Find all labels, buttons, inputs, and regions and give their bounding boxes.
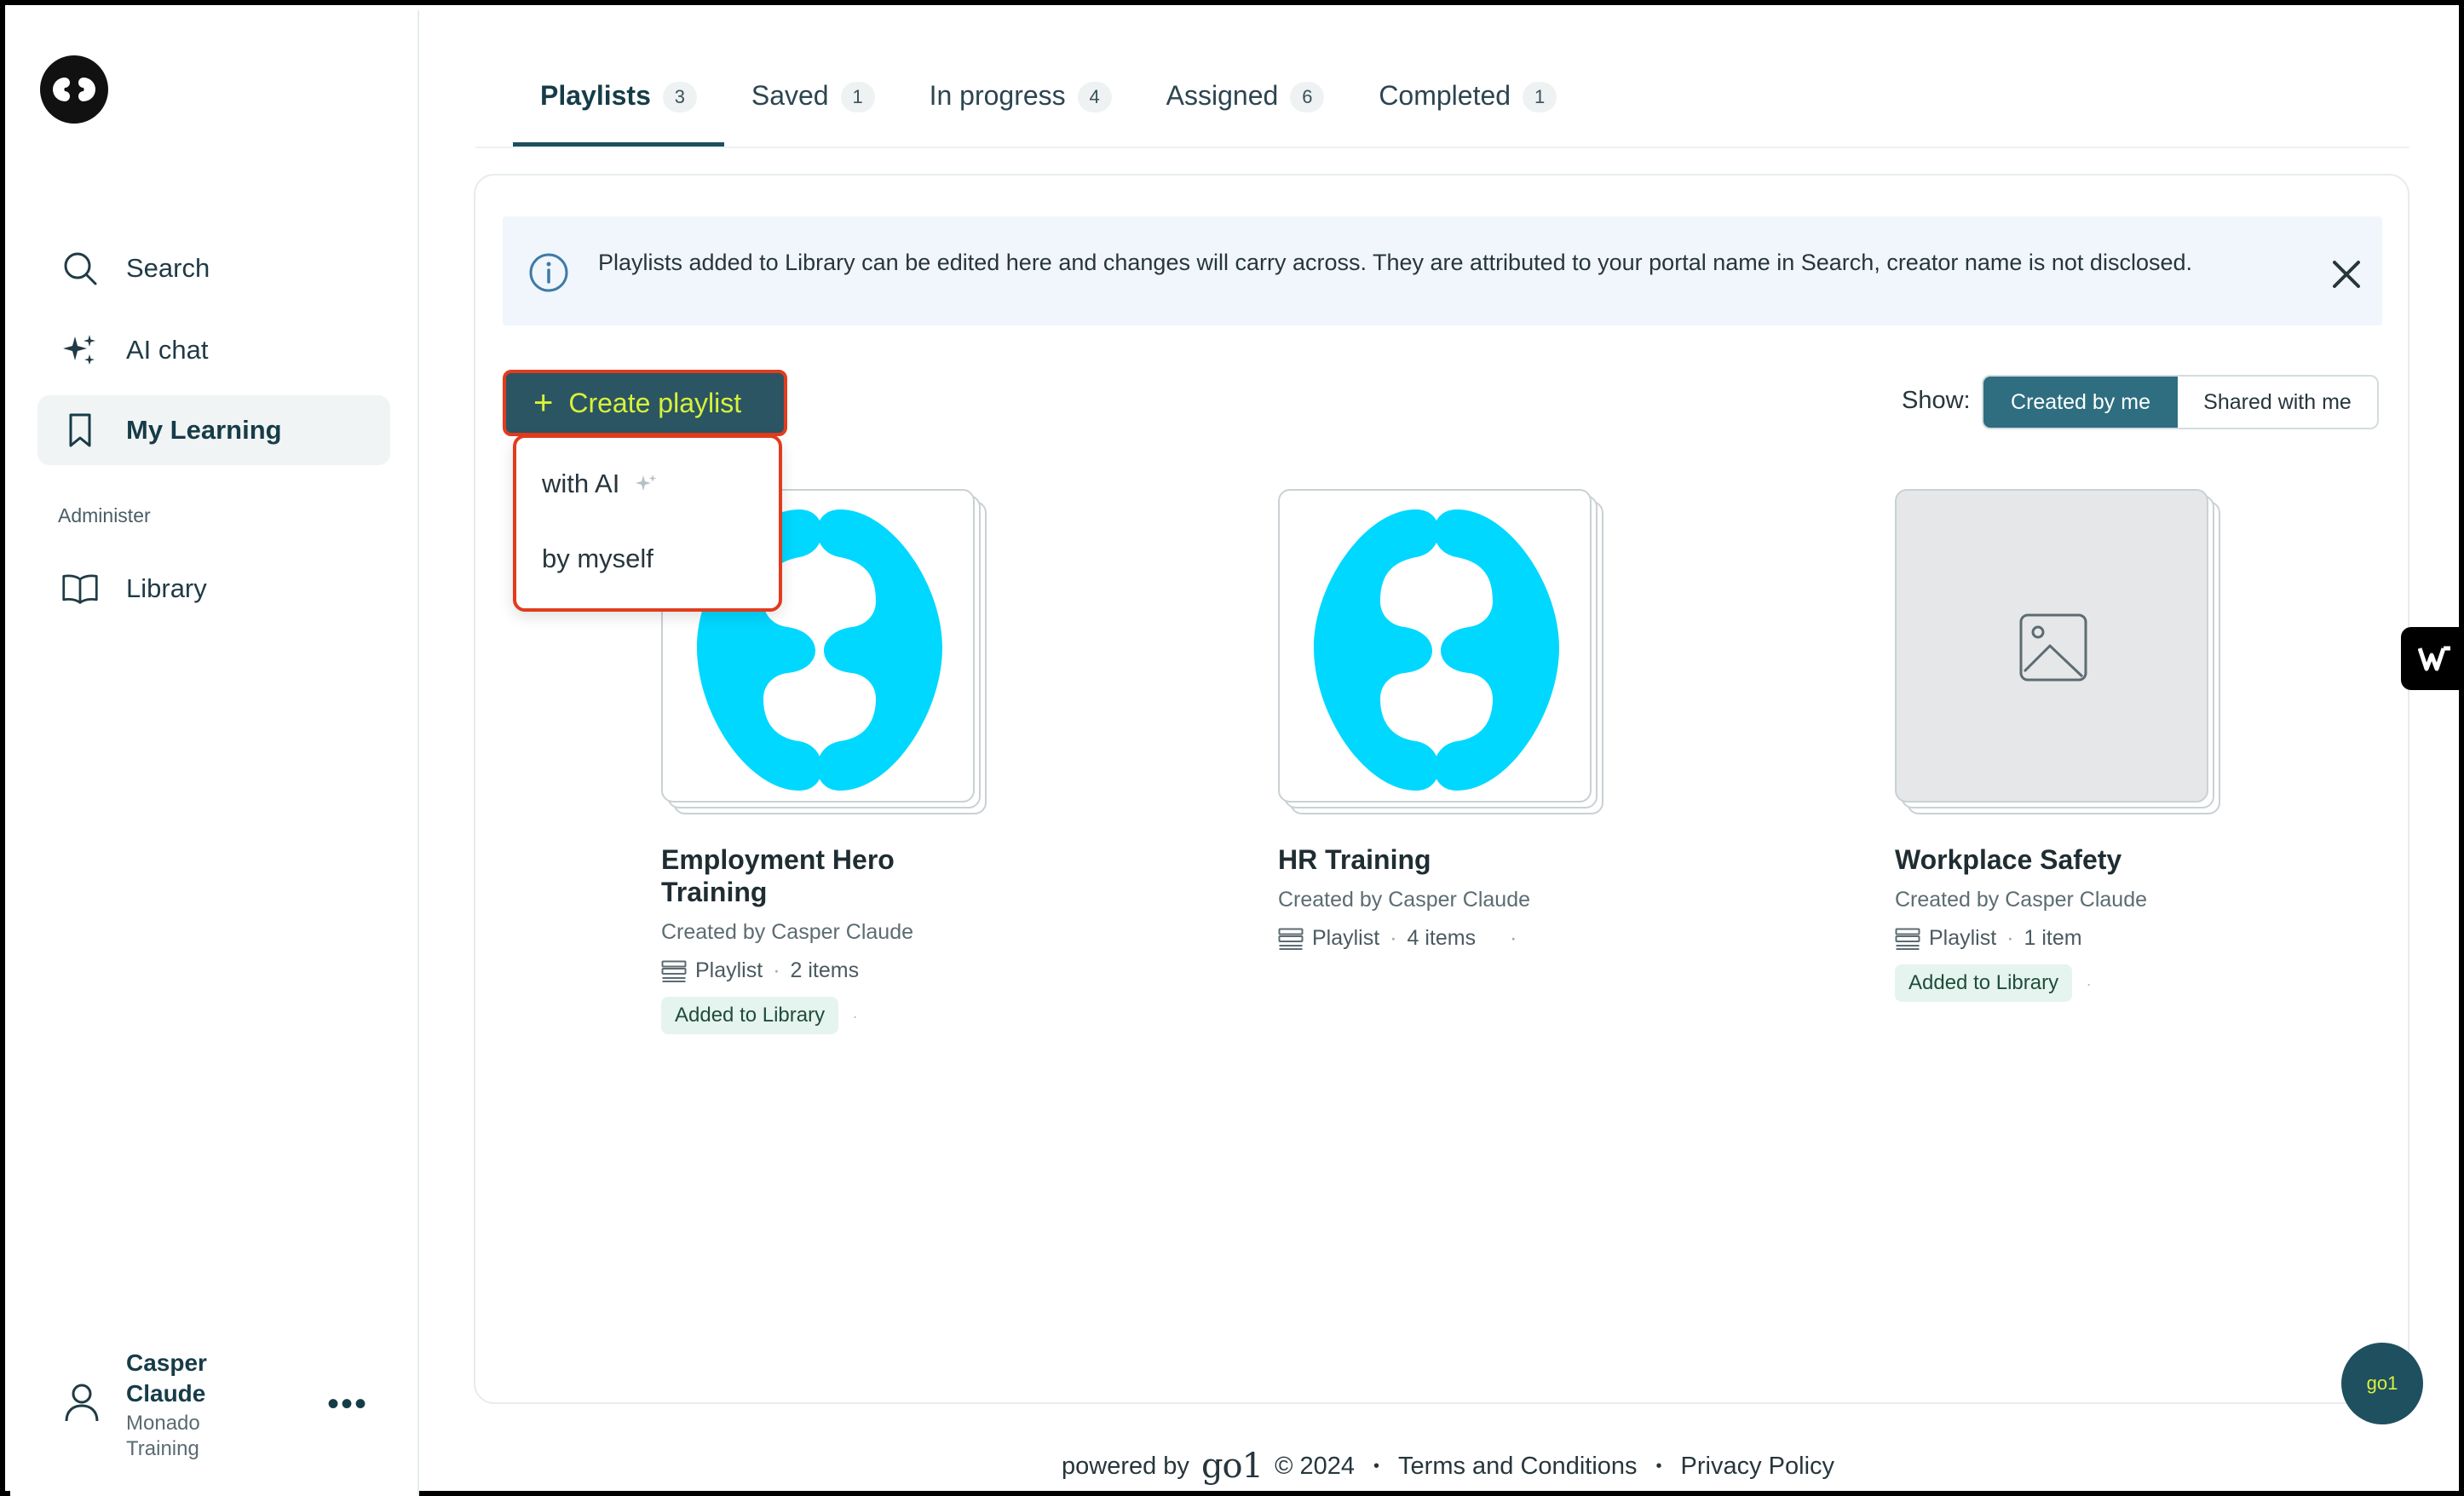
tab-count-badge: 3 bbox=[662, 82, 697, 112]
tab-count-badge: 4 bbox=[1077, 82, 1112, 112]
playlist-item-count: 4 items bbox=[1407, 926, 1477, 950]
logo-icon[interactable] bbox=[37, 53, 111, 126]
tab-saved[interactable]: Saved 1 bbox=[724, 65, 902, 147]
playlist-creator: Created by Casper Claude bbox=[661, 920, 913, 944]
playlist-title[interactable]: Workplace Safety bbox=[1895, 843, 2202, 876]
tabs-divider bbox=[475, 147, 2409, 148]
playlist-list-icon bbox=[1895, 928, 1920, 950]
more-options-icon[interactable]: ••• bbox=[327, 1385, 368, 1424]
playlist-type: Playlist bbox=[1312, 926, 1380, 950]
create-playlist-menu: with AI by myself bbox=[513, 434, 782, 612]
privacy-link[interactable]: Privacy Policy bbox=[1681, 1453, 1835, 1481]
badge-separator: · bbox=[2086, 975, 2092, 993]
tab-count-badge: 1 bbox=[1523, 82, 1557, 112]
playlist-meta: Playlist · 2 items bbox=[661, 958, 1019, 983]
footer: powered by go1 © 2024 • Terms and Condit… bbox=[1062, 1447, 1834, 1486]
playlist-thumbnail bbox=[1895, 489, 2220, 820]
create-playlist-label: Create playlist bbox=[568, 387, 742, 418]
tab-in-progress[interactable]: In progress 4 bbox=[902, 65, 1139, 147]
playlist-item-count: 2 items bbox=[790, 958, 860, 982]
playlist-meta: Playlist · 4 items · bbox=[1278, 926, 1636, 951]
placeholder-thumbnail bbox=[1895, 489, 2208, 803]
playlist-meta: Playlist · 1 item bbox=[1895, 926, 2253, 951]
tab-label: Completed bbox=[1379, 80, 1511, 111]
show-filter-toggle: Created by me Shared with me bbox=[1982, 375, 2379, 429]
playlist-thumbnail bbox=[1278, 489, 1603, 820]
powered-by-text: powered by bbox=[1062, 1452, 1189, 1480]
meta-separator: · bbox=[1510, 926, 1517, 950]
sidebar-item-search[interactable]: Search bbox=[37, 233, 390, 303]
playlist-type: Playlist bbox=[695, 958, 763, 982]
sidebar-item-label: AI chat bbox=[126, 335, 209, 365]
sidebar-item-label: My Learning bbox=[126, 415, 282, 445]
go1-brand-logo: go1 bbox=[1200, 1447, 1264, 1486]
tab-completed[interactable]: Completed 1 bbox=[1351, 65, 1584, 147]
tab-bar: Playlists 3 Saved 1 In progress 4 Assign… bbox=[513, 65, 1584, 147]
tab-count-badge: 1 bbox=[840, 82, 875, 112]
user-org: Monado Training bbox=[126, 1412, 200, 1460]
menu-item-with-ai[interactable]: with AI bbox=[542, 469, 659, 499]
tab-playlists[interactable]: Playlists 3 bbox=[513, 65, 724, 147]
info-banner: Playlists added to Library can be edited… bbox=[503, 216, 2382, 325]
playlists-panel: Playlists added to Library can be edited… bbox=[474, 174, 2409, 1404]
copyright-text: © 2024 bbox=[1275, 1452, 1356, 1480]
playlist-list-icon bbox=[1278, 928, 1304, 950]
playlist-title[interactable]: Employment Hero Training bbox=[661, 843, 968, 908]
meta-separator: · bbox=[773, 958, 780, 982]
plus-icon: + bbox=[533, 384, 554, 422]
playlist-creator: Created by Casper Claude bbox=[1278, 888, 1530, 912]
playlist-list-icon bbox=[661, 960, 687, 982]
meta-separator: · bbox=[1390, 926, 1397, 950]
badge-separator: · bbox=[852, 1008, 858, 1025]
filter-created-by-me[interactable]: Created by me bbox=[1983, 377, 2178, 428]
app-frame: Search AI chat My Learning Administer Li… bbox=[0, 0, 2464, 1496]
info-icon bbox=[528, 252, 569, 293]
tab-label: In progress bbox=[929, 80, 1066, 111]
create-playlist-button[interactable]: + Create playlist bbox=[503, 370, 787, 436]
tab-assigned[interactable]: Assigned 6 bbox=[1139, 65, 1352, 147]
sidebar-item-label: Library bbox=[126, 573, 207, 603]
sidebar-item-my-learning[interactable]: My Learning bbox=[37, 395, 390, 465]
user-name: Casper Claude bbox=[126, 1349, 207, 1407]
playlist-card[interactable]: Workplace Safety Created by Casper Claud… bbox=[1895, 489, 2253, 1002]
show-filter-label: Show: bbox=[1902, 387, 1971, 414]
footer-separator: • bbox=[1373, 1456, 1380, 1476]
user-profile[interactable]: Casper Claude Monado Training ••• bbox=[58, 1348, 399, 1467]
sidebar: Search AI chat My Learning Administer Li… bbox=[10, 10, 419, 1496]
playlist-type: Playlist bbox=[1929, 926, 1997, 950]
info-banner-text: Playlists added to Library can be edited… bbox=[598, 250, 2192, 275]
menu-item-label: with AI bbox=[542, 469, 620, 498]
tab-label: Saved bbox=[751, 80, 829, 111]
close-icon[interactable] bbox=[2331, 259, 2362, 290]
go1-chat-button[interactable]: go1 bbox=[2341, 1343, 2423, 1424]
sidebar-item-label: Search bbox=[126, 253, 210, 283]
terms-link[interactable]: Terms and Conditions bbox=[1398, 1453, 1637, 1481]
widget-tab-w-icon[interactable] bbox=[2401, 627, 2464, 690]
playlist-item-count: 1 item bbox=[2024, 926, 2082, 950]
playlist-title[interactable]: HR Training bbox=[1278, 843, 1585, 876]
tab-label: Assigned bbox=[1166, 80, 1279, 111]
sidebar-item-ai-chat[interactable]: AI chat bbox=[37, 315, 390, 385]
sparkle-icon bbox=[635, 472, 659, 496]
user-icon bbox=[63, 1382, 101, 1424]
added-to-library-badge: Added to Library bbox=[1895, 964, 2073, 1002]
search-icon bbox=[61, 250, 99, 287]
meta-separator: · bbox=[2006, 926, 2014, 950]
tab-count-badge: 6 bbox=[1290, 82, 1325, 112]
footer-separator: • bbox=[1655, 1456, 1662, 1476]
added-to-library-badge: Added to Library bbox=[661, 997, 839, 1034]
menu-item-by-myself[interactable]: by myself bbox=[542, 544, 653, 574]
menu-item-label: by myself bbox=[542, 544, 653, 573]
filter-shared-with-me[interactable]: Shared with me bbox=[2178, 377, 2377, 428]
section-label-administer: Administer bbox=[58, 504, 151, 526]
logo-thumbnail-image bbox=[1278, 489, 1592, 803]
sparkle-icon bbox=[61, 331, 99, 369]
playlist-card[interactable]: HR Training Created by Casper Claude Pla… bbox=[1278, 489, 1636, 951]
book-icon bbox=[61, 570, 99, 607]
playlist-creator: Created by Casper Claude bbox=[1895, 888, 2147, 912]
sidebar-item-library[interactable]: Library bbox=[37, 554, 390, 624]
image-placeholder-icon bbox=[2019, 613, 2087, 682]
bookmark-icon bbox=[61, 411, 99, 449]
tab-label: Playlists bbox=[540, 80, 651, 111]
